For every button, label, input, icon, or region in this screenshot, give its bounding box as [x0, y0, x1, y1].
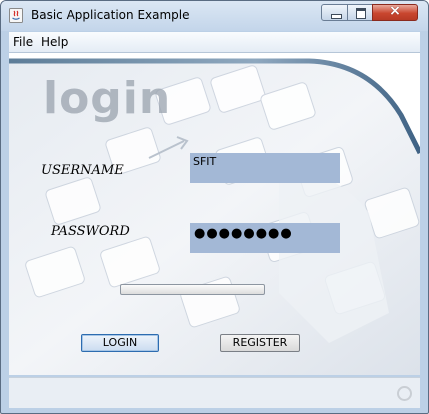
register-button[interactable]: REGISTER	[220, 334, 300, 352]
minimize-button[interactable]	[321, 4, 348, 21]
maximize-icon	[356, 8, 366, 19]
close-button[interactable]: ×	[372, 3, 418, 21]
window-title: Basic Application Example	[31, 8, 190, 22]
java-app-icon	[9, 8, 23, 23]
status-bar	[9, 377, 420, 408]
maximize-button[interactable]	[347, 4, 373, 21]
busy-indicator-icon	[397, 386, 412, 401]
progress-bar	[120, 284, 265, 295]
menu-bar: File Help	[9, 32, 420, 53]
username-value: SFIT	[193, 155, 217, 168]
minimize-icon	[331, 14, 342, 19]
username-input[interactable]: SFIT	[190, 153, 340, 183]
app-window: Basic Application Example × File Help lo…	[0, 0, 429, 414]
close-icon: ×	[389, 3, 401, 19]
menu-file[interactable]: File	[13, 35, 33, 49]
password-mask: ●●●●●●●●	[194, 226, 293, 241]
title-bar[interactable]: Basic Application Example ×	[1, 1, 428, 31]
login-panel: login USERNAME SFIT PASSWORD ●●●●●●●● LO…	[9, 53, 420, 375]
username-label: USERNAME	[41, 163, 124, 178]
password-label: PASSWORD	[51, 224, 130, 239]
menu-help[interactable]: Help	[41, 35, 68, 49]
password-input[interactable]: ●●●●●●●●	[190, 223, 340, 253]
login-logo-text: login	[43, 73, 172, 124]
login-button[interactable]: LOGIN	[81, 334, 159, 352]
